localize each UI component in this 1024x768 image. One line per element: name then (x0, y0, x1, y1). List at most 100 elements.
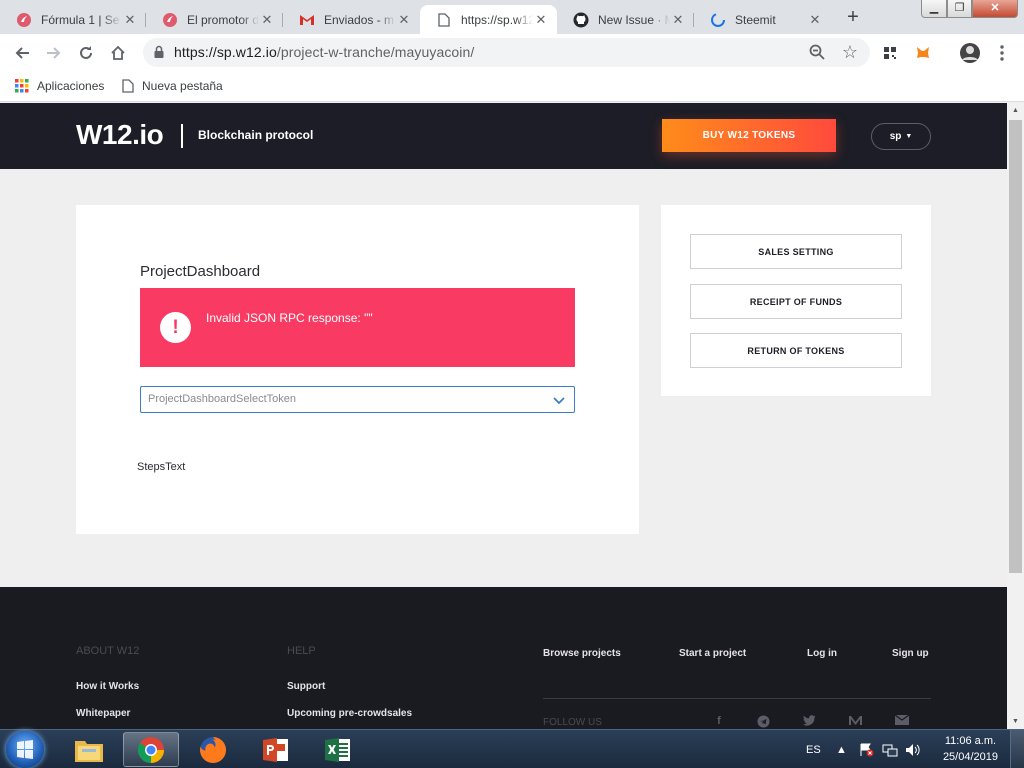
powerpoint-icon[interactable] (247, 732, 303, 767)
metamask-icon[interactable] (911, 41, 935, 65)
medium-icon[interactable] (848, 715, 862, 729)
chrome-icon[interactable] (123, 732, 179, 767)
tab-promotor[interactable]: El promotor d ✕ (146, 5, 283, 34)
minimize-button[interactable]: ▁ (921, 0, 947, 18)
window-controls: ▁ ❐ ✕ (921, 0, 1018, 18)
bookmark-new-tab[interactable]: Nueva pestaña (122, 77, 223, 95)
footer-link-browse-projects[interactable]: Browse projects (543, 648, 621, 659)
action-center-flag-icon[interactable] (859, 730, 874, 768)
telegram-icon[interactable] (756, 715, 770, 729)
tab-title: https://sp.w12 (461, 12, 533, 27)
page-icon (436, 12, 452, 28)
footer-divider (543, 698, 931, 699)
footer-link-upcoming[interactable]: Upcoming pre-crowdsales (287, 708, 412, 719)
error-alert: ! Invalid JSON RPC response: "" (140, 288, 575, 367)
new-tab-button[interactable]: + (842, 7, 864, 29)
footer-link-whitepaper[interactable]: Whitepaper (76, 708, 130, 719)
steemit-icon (162, 12, 178, 28)
close-icon[interactable]: ✕ (122, 12, 138, 28)
avatar[interactable] (958, 41, 982, 65)
scroll-up-icon[interactable]: ▲ (1007, 103, 1024, 118)
close-icon[interactable]: ✕ (670, 12, 686, 28)
tab-gmail[interactable]: Enviados - m ✕ (283, 5, 420, 34)
tab-w12-active[interactable]: https://sp.w12 ✕ (420, 5, 557, 34)
address-bar[interactable]: https://sp.w12.io/project-w-tranche/mayu… (143, 38, 870, 67)
bookmark-star-icon[interactable]: ☆ (842, 42, 858, 62)
restore-button[interactable]: ❐ (947, 0, 972, 18)
tab-github[interactable]: New Issue · M ✕ (557, 5, 694, 34)
site-header: W12.io Blockchain protocol BUY W12 TOKEN… (0, 103, 1007, 169)
tab-title: El promotor d (187, 12, 259, 27)
browser-toolbar: https://sp.w12.io/project-w-tranche/mayu… (0, 34, 1024, 71)
bookmarks-bar: Aplicaciones Nueva pestaña (0, 71, 1024, 102)
volume-icon[interactable] (905, 730, 921, 768)
facebook-icon[interactable]: f (712, 715, 726, 729)
caret-down-icon: ▼ (905, 133, 913, 140)
input-language[interactable]: ES (806, 730, 821, 768)
url-text[interactable]: https://sp.w12.io/project-w-tranche/mayu… (174, 38, 474, 67)
close-window-button[interactable]: ✕ (972, 0, 1018, 18)
file-explorer-icon[interactable] (61, 732, 117, 767)
network-icon[interactable] (882, 730, 898, 768)
menu-kebab-icon[interactable] (990, 41, 1014, 65)
page-scrollbar[interactable]: ▲ ▼ (1007, 103, 1024, 729)
twitter-icon[interactable] (802, 715, 816, 729)
loading-icon (710, 12, 726, 28)
email-icon[interactable] (894, 714, 910, 729)
system-clock[interactable]: 11:06 a.m. 25/04/2019 (943, 733, 998, 765)
url-host: https://sp.w12.io (174, 44, 277, 60)
firefox-icon[interactable] (185, 732, 241, 767)
clock-time: 11:06 a.m. (944, 735, 997, 747)
site-tagline: Blockchain protocol (198, 128, 314, 142)
tab-formula1[interactable]: Fórmula 1 | Se ✕ (0, 5, 146, 34)
gmail-icon (299, 12, 315, 28)
forward-icon[interactable] (42, 41, 66, 65)
receipt-of-funds-button[interactable]: RECEIPT OF FUNDS (690, 284, 902, 319)
scroll-down-icon[interactable]: ▼ (1007, 714, 1024, 729)
logo-divider (181, 124, 183, 148)
site-logo[interactable]: W12.io (76, 119, 164, 151)
sales-setting-button[interactable]: SALES SETTING (690, 234, 902, 269)
footer-link-how-it-works[interactable]: How it Works (76, 681, 139, 692)
footer-link-sign-up[interactable]: Sign up (892, 648, 929, 659)
token-select[interactable]: ProjectDashboardSelectToken (140, 386, 575, 413)
page-title: ProjectDashboard (140, 263, 261, 280)
bookmark-apps[interactable]: Aplicaciones (15, 77, 104, 95)
alert-message: Invalid JSON RPC response: "" (206, 311, 373, 325)
show-desktop-button[interactable] (1010, 730, 1024, 768)
buy-tokens-button[interactable]: BUY W12 TOKENS (662, 119, 836, 152)
language-label: sp (889, 131, 902, 142)
footer-link-support[interactable]: Support (287, 681, 325, 692)
tab-title: Fórmula 1 | Se (41, 12, 120, 27)
home-icon[interactable] (106, 41, 130, 65)
tab-title: New Issue · M (598, 12, 670, 27)
scroll-thumb[interactable] (1009, 120, 1022, 573)
start-button[interactable] (6, 731, 44, 768)
tray-expand-icon[interactable]: ▲ (836, 730, 847, 768)
apps-grid-icon (15, 79, 29, 93)
tab-title: Steemit (735, 12, 776, 27)
footer-link-log-in[interactable]: Log in (807, 648, 837, 659)
close-icon[interactable]: ✕ (807, 12, 823, 28)
qr-extension-icon[interactable] (878, 41, 902, 65)
footer-follow-heading: FOLLOW US (543, 717, 602, 728)
footer-link-start-project[interactable]: Start a project (679, 648, 746, 659)
windows-taskbar: ES ▲ 11:06 a.m. 25/04/2019 (0, 729, 1024, 768)
tab-steemit[interactable]: Steemit ✕ (694, 5, 831, 34)
language-selector[interactable]: sp ▼ (871, 123, 931, 150)
reload-icon[interactable] (74, 41, 98, 65)
close-icon[interactable]: ✕ (396, 12, 412, 28)
excel-icon[interactable] (309, 732, 365, 767)
site-footer: ABOUT W12 How it Works Whitepaper HELP S… (0, 587, 1007, 729)
back-icon[interactable] (10, 41, 34, 65)
github-icon (573, 12, 589, 28)
close-icon[interactable]: ✕ (259, 12, 275, 28)
return-of-tokens-button[interactable]: RETURN OF TOKENS (690, 333, 902, 368)
token-select-placeholder: ProjectDashboardSelectToken (148, 393, 296, 405)
bookmark-label: Nueva pestaña (142, 79, 223, 93)
dashboard-card: ProjectDashboard ! Invalid JSON RPC resp… (76, 205, 639, 534)
close-icon[interactable]: ✕ (533, 12, 549, 28)
bookmark-label: Aplicaciones (37, 79, 105, 93)
alert-icon: ! (160, 312, 191, 343)
zoom-icon[interactable] (808, 43, 826, 61)
